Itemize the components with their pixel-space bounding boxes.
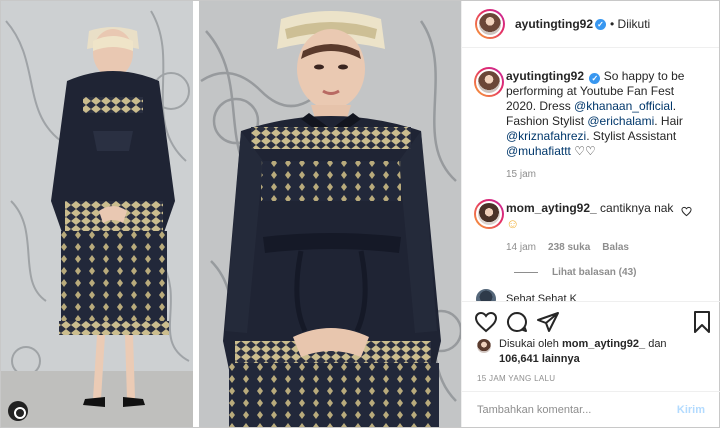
commenter-username[interactable]: mom_ayting92_ [506,201,597,215]
verified-icon: ✓ [589,73,601,84]
verified-icon: ✓ [595,18,607,30]
comment-item: mom_ayting92_ cantiknya nak ☺ 14 jam 238… [462,199,712,253]
partial-comment: Sehat Sehat K [474,287,577,302]
comment-time[interactable]: 14 jam [506,242,536,253]
likes-conj: dan [645,338,667,350]
view-replies-label: Lihat balasan (43) [552,267,637,278]
liker-avatar[interactable] [477,339,491,353]
bookmark-icon[interactable] [690,310,714,334]
camera-badge-icon[interactable] [8,401,28,421]
likes-prefix: Disukai oleh [499,338,562,350]
comment-icon[interactable] [505,310,529,334]
post-header: ayutingting92 ✓ • Diikuti [462,1,719,48]
liker-username[interactable]: mom_ayting92_ [562,338,645,350]
caption: ayutingting92 ✓ So happy to be performin… [462,67,706,180]
action-bar [462,301,720,341]
post-sidebar: ayutingting92 ✓ • Diikuti ayutingting92 … [461,1,720,427]
caption-username[interactable]: ayutingting92 [506,69,584,83]
caption-segment: . Hair [654,114,683,128]
divider-line [514,272,538,273]
likes-count[interactable]: 106,641 lainnya [499,353,580,365]
author-username[interactable]: ayutingting92 [515,17,593,31]
mention-link[interactable]: @erichalami [587,114,654,128]
add-comment-bar: Kirim [462,391,720,427]
post-comment-button[interactable]: Kirim [677,404,705,416]
blush-emoji-icon: ☺ [506,216,520,231]
mention-link[interactable]: @muhafiattt [506,144,571,158]
comments-list[interactable]: ayutingting92 ✓ So happy to be performin… [462,49,720,301]
small-heart-icon[interactable] [681,206,692,217]
partial-commenter-avatar[interactable] [474,287,498,301]
caption-text: ayutingting92 ✓ So happy to be performin… [506,69,706,159]
commenter-avatar[interactable] [474,199,504,229]
comment-input[interactable] [477,403,677,416]
post-timestamp[interactable]: 15 JAM YANG LALU [477,374,555,383]
likes-summary: Disukai oleh mom_ayting92_ dan 106,641 l… [477,337,717,367]
follow-status[interactable]: • Diikuti [610,17,650,31]
share-icon[interactable] [536,310,560,334]
post-photo[interactable] [1,1,461,427]
caption-meta: 15 jam [506,169,706,180]
caption-time[interactable]: 15 jam [506,169,536,180]
reply-button[interactable]: Balas [602,242,629,253]
comment-body: cantiknya nak [600,201,674,215]
mention-link[interactable]: @kriznafahrezi [506,129,586,143]
mention-link[interactable]: @khanaan_official [574,99,673,113]
comment-likes[interactable]: 238 suka [548,242,590,253]
heart-icon[interactable] [474,310,498,334]
author-avatar[interactable] [475,9,505,39]
comment-meta: 14 jam 238 suka Balas [506,242,712,253]
caption-segment: ♡♡ [570,144,596,158]
view-replies-button[interactable]: Lihat balasan (43) [514,267,720,278]
caption-avatar[interactable] [474,67,504,97]
partial-comment-text: Sehat Sehat K [506,292,577,302]
photo-illustration [1,1,461,427]
caption-segment: . Stylist Assistant [586,129,677,143]
